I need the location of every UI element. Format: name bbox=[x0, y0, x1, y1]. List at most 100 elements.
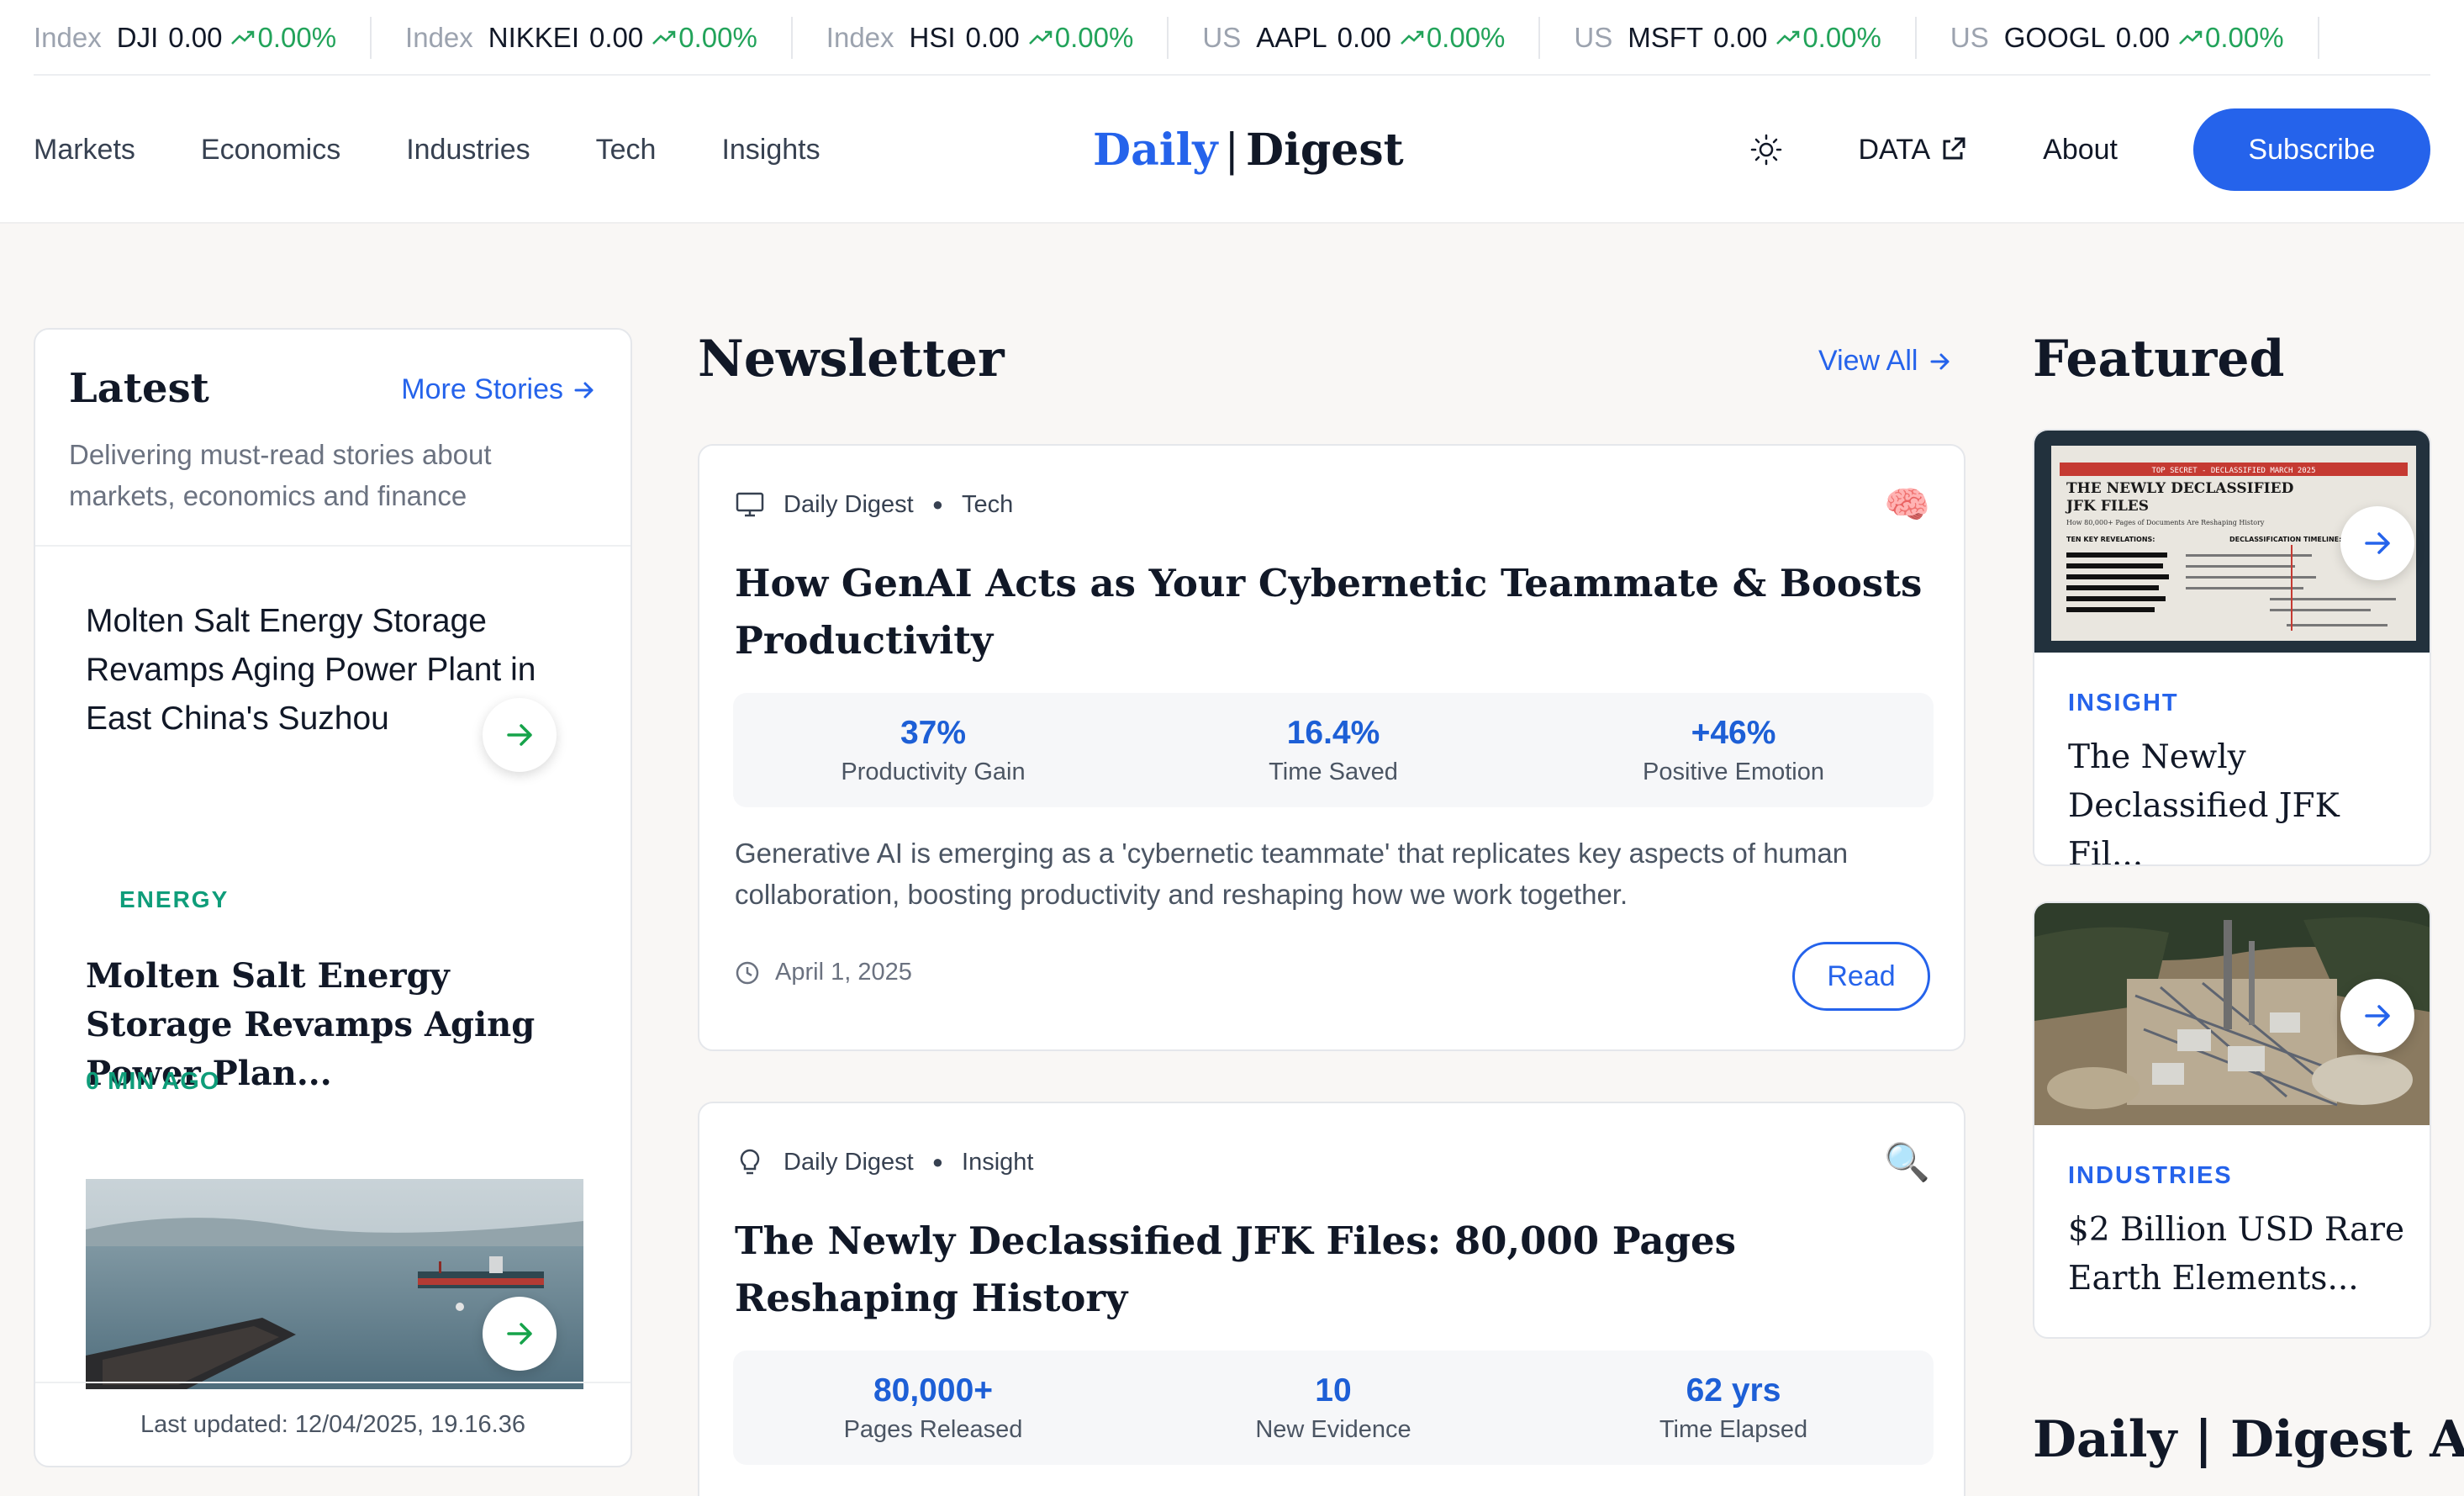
stat-item: +46% Positive Emotion bbox=[1533, 693, 1934, 807]
ticker-symbol: AAPL bbox=[1256, 22, 1327, 53]
main-nav: Markets Economics Industries Tech Insigh… bbox=[34, 76, 886, 224]
logo-digest: Digest bbox=[1246, 124, 1404, 176]
sun-icon[interactable] bbox=[1749, 133, 1783, 167]
ticker-item[interactable]: Index DJI 0.00 0.00% bbox=[34, 17, 372, 59]
card-headline[interactable]: How GenAI Acts as Your Cybernetic Teamma… bbox=[735, 555, 1928, 669]
subscribe-button[interactable]: Subscribe bbox=[2193, 108, 2430, 191]
read-button[interactable]: Read bbox=[1792, 942, 1930, 1011]
ticker-region: Index bbox=[826, 22, 894, 53]
ticker-change: 0.00% bbox=[230, 22, 336, 54]
header-actions: DATA About Subscribe bbox=[1749, 76, 2430, 224]
logo-separator: | bbox=[1224, 125, 1240, 176]
ticker-region: US bbox=[1574, 22, 1613, 53]
ticker-price: 0.00 bbox=[588, 22, 644, 53]
data-link-label: DATA bbox=[1858, 133, 1931, 166]
trend-up-icon bbox=[2179, 30, 2203, 45]
ticker-change: 0.00% bbox=[652, 22, 757, 54]
latest-header: Latest More Stories Delivering must-read… bbox=[35, 330, 631, 547]
nav-insights[interactable]: Insights bbox=[721, 134, 820, 167]
lightbulb-icon bbox=[740, 1149, 760, 1175]
newsletter-card[interactable]: Daily Digest ● Tech 🧠 How GenAI Acts as … bbox=[698, 444, 1965, 1051]
trend-up-icon bbox=[1400, 30, 1424, 45]
ticker-item[interactable]: Index NIKKEI 0.00 0.00% bbox=[405, 17, 793, 59]
footer-brand: Daily | Digest AI bbox=[2033, 1410, 2464, 1469]
stats-panel: 37% Productivity Gain 16.4% Time Saved +46… bbox=[733, 693, 1934, 807]
ticker-item[interactable]: US MSFT 0.00 0.00% bbox=[1574, 17, 1917, 59]
latest-panel: Latest More Stories Delivering must-read… bbox=[34, 328, 632, 1467]
more-stories-link[interactable]: More Stories bbox=[401, 373, 597, 406]
data-link[interactable]: DATA bbox=[1859, 134, 1968, 167]
card-headline[interactable]: The Newly Declassified JFK Files: 80,000… bbox=[735, 1213, 1928, 1327]
image-arrow-button[interactable] bbox=[483, 1297, 557, 1371]
ticker-symbol: HSI bbox=[909, 22, 956, 53]
ticker-item[interactable]: Index HSI 0.00 0.00% bbox=[826, 17, 1169, 59]
ticker-region: US bbox=[1202, 22, 1242, 53]
featured-card[interactable]: INDUSTRIES $2 Billion USD Rare Earth Ele… bbox=[2033, 901, 2431, 1339]
doc-title-1: THE NEWLY DECLASSIFIED bbox=[2066, 480, 2294, 497]
featured-category: INDUSTRIES bbox=[2068, 1162, 2233, 1189]
external-link-icon bbox=[1943, 137, 1965, 160]
stats-panel: 80,000+ Pages Released 10 New Evidence 62 … bbox=[733, 1351, 1934, 1465]
stat-item: 80,000+ Pages Released bbox=[733, 1351, 1133, 1465]
ticker-region: Index bbox=[405, 22, 473, 53]
featured-headline[interactable]: The Newly Declassified JFK Fil... bbox=[2068, 733, 2413, 864]
stat-label: Time Elapsed bbox=[1659, 1416, 1808, 1443]
trend-up-icon bbox=[1028, 30, 1053, 45]
stat-value: 10 bbox=[1315, 1372, 1352, 1409]
featured-category: INSIGHT bbox=[2068, 690, 2179, 716]
card-category: Insight bbox=[962, 1148, 1034, 1176]
last-updated: Last updated: 12/04/2025, 19.16.36 bbox=[35, 1382, 631, 1466]
arrow-right-icon bbox=[574, 382, 594, 398]
site-logo[interactable]: Daily | Digest bbox=[1093, 124, 1404, 176]
stat-item: 37% Productivity Gain bbox=[733, 693, 1133, 807]
magnifier-icon: 🔍 bbox=[1884, 1142, 1930, 1183]
about-link[interactable]: About bbox=[2043, 134, 2118, 167]
featured-card[interactable]: TOP SECRET - DECLASSIFIED MARCH 2025 THE… bbox=[2033, 429, 2431, 866]
nav-economics[interactable]: Economics bbox=[201, 134, 340, 167]
ticker-symbol: GOOGL bbox=[2003, 22, 2106, 53]
ticker-price: 0.00 bbox=[1337, 22, 1391, 53]
doc-title-2: JFK FILES bbox=[2065, 498, 2149, 515]
meta-dot: ● bbox=[931, 494, 944, 515]
ticker-change: 0.00% bbox=[1028, 22, 1134, 54]
ticker-region: Index bbox=[34, 22, 102, 53]
view-all-link[interactable]: View All bbox=[1818, 345, 1953, 378]
ticker-item[interactable]: US GOOGL 0.00 0.00% bbox=[1950, 17, 2319, 59]
logo-daily: Daily bbox=[1093, 124, 1218, 176]
card-excerpt: Generative AI is emerging as a 'cybernet… bbox=[735, 838, 1849, 910]
arrow-right-icon bbox=[507, 1323, 532, 1345]
monitor-icon bbox=[736, 492, 764, 517]
card-meta: Daily Digest ● Tech bbox=[735, 489, 1013, 520]
brain-icon: 🧠 bbox=[1884, 484, 1930, 526]
newsletter-card[interactable]: Daily Digest ● Insight 🔍 The Newly Decla… bbox=[698, 1102, 1965, 1496]
ticker-change: 0.00% bbox=[1400, 22, 1506, 54]
card-source: Daily Digest bbox=[784, 490, 914, 518]
nav-tech[interactable]: Tech bbox=[596, 134, 657, 167]
doc-column-2: DECLASSIFICATION TIMELINE: bbox=[2229, 536, 2341, 543]
card-date-text: April 1, 2025 bbox=[775, 959, 912, 986]
ticker-change-value: 0.00% bbox=[257, 22, 337, 53]
trend-up-icon bbox=[652, 30, 676, 45]
ticker-price: 0.00 bbox=[2115, 22, 2170, 53]
ticker-symbol: MSFT bbox=[1628, 22, 1704, 53]
featured-arrow-button[interactable] bbox=[2340, 979, 2414, 1053]
ticker-change-value: 0.00% bbox=[1426, 22, 1506, 53]
ticker-item[interactable]: US AAPL 0.00 0.00% bbox=[1202, 17, 1541, 59]
story-timestamp: 0 MIN AGO bbox=[86, 1068, 220, 1095]
featured-arrow-button[interactable] bbox=[2340, 506, 2414, 580]
meta-dot: ● bbox=[931, 1151, 944, 1172]
nav-markets[interactable]: Markets bbox=[34, 134, 135, 167]
featured-headline[interactable]: $2 Billion USD Rare Earth Elements... bbox=[2068, 1206, 2413, 1303]
ticker-change-value: 0.00% bbox=[1054, 22, 1134, 53]
story-arrow-button[interactable] bbox=[483, 698, 557, 772]
stat-item: 10 New Evidence bbox=[1133, 1351, 1533, 1465]
doc-column-1: TEN KEY REVELATIONS: bbox=[2066, 536, 2155, 543]
ticker-change-value: 0.00% bbox=[2205, 22, 2284, 53]
arrow-right-icon bbox=[507, 724, 532, 746]
ticker-change-value: 0.00% bbox=[678, 22, 757, 53]
trend-up-icon bbox=[1776, 30, 1800, 45]
card-meta: Daily Digest ● Insight bbox=[735, 1147, 1033, 1177]
stat-value: 80,000+ bbox=[873, 1372, 994, 1409]
clock-icon bbox=[736, 961, 759, 984]
nav-industries[interactable]: Industries bbox=[406, 134, 530, 167]
